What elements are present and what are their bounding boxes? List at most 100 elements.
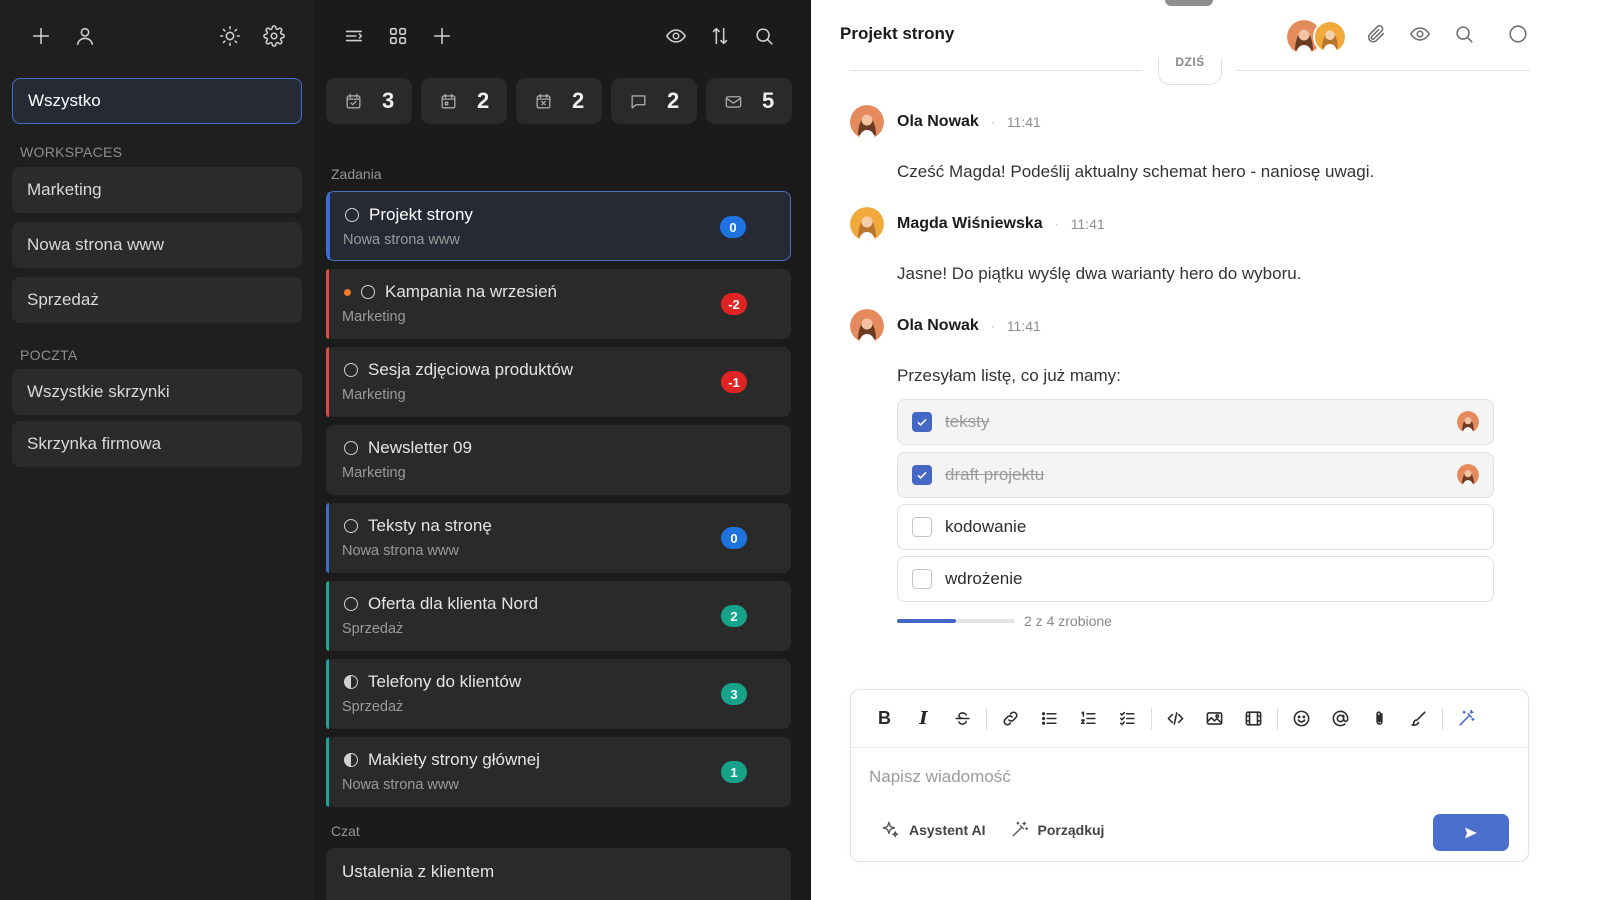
send-button[interactable] xyxy=(1433,814,1509,851)
plus-icon[interactable] xyxy=(428,22,456,50)
wand-icon xyxy=(1012,821,1028,837)
stat-value: 2 xyxy=(667,88,680,113)
checklist-label: kodowanie xyxy=(945,517,1027,536)
plus-icon[interactable] xyxy=(27,22,55,50)
checklist-item[interactable]: draft projektu xyxy=(897,452,1494,498)
sidebar-item-sprzedaz[interactable]: Sprzedaż xyxy=(12,277,302,323)
unread-dot-icon xyxy=(344,288,351,296)
bold-icon[interactable]: B xyxy=(865,704,904,734)
avatar[interactable] xyxy=(850,207,884,241)
attach-icon[interactable] xyxy=(1360,704,1399,734)
filter-lines-icon[interactable] xyxy=(340,22,368,50)
sidebar-item-all[interactable]: Wszystko xyxy=(12,78,302,124)
task-status-icon[interactable] xyxy=(344,441,358,455)
tidy-label: Porządkuj xyxy=(1037,821,1105,838)
task-title: Teksty na stronę xyxy=(368,516,492,535)
stat-calendar-x[interactable]: 2 xyxy=(516,78,602,124)
checklist-label: draft projektu xyxy=(945,465,1045,484)
sidebar-item-nowa-strona[interactable]: Nowa strona www xyxy=(12,222,302,268)
sidebar-item-all-mailboxes[interactable]: Wszystkie skrzynki xyxy=(12,369,302,415)
checkbox[interactable] xyxy=(912,412,932,432)
progress-label: 2 z 4 zrobione xyxy=(1024,613,1112,629)
paperclip-icon[interactable] xyxy=(1362,20,1390,48)
task-item[interactable]: Sesja zdjęciowa produktów Marketing -1 xyxy=(326,347,791,417)
italic-icon[interactable]: I xyxy=(904,704,943,734)
send-icon xyxy=(1465,827,1477,838)
chat-header: Czat xyxy=(331,823,360,839)
checkbox[interactable] xyxy=(912,569,932,589)
message-author: Magda Wiśniewska xyxy=(897,215,1043,232)
drag-handle[interactable] xyxy=(1165,0,1213,6)
search-icon[interactable] xyxy=(1450,20,1478,48)
task-color-bar xyxy=(326,503,329,573)
stat-mail[interactable]: 5 xyxy=(706,78,792,124)
eye-icon[interactable] xyxy=(1406,20,1434,48)
message-text: Przesyłam listę, co już mamy: xyxy=(897,366,1121,385)
sidebar-item-marketing[interactable]: Marketing xyxy=(12,167,302,213)
link-icon[interactable] xyxy=(991,704,1030,734)
avatar xyxy=(1457,411,1479,433)
task-list-icon[interactable] xyxy=(1108,704,1147,734)
bullet-list-icon[interactable] xyxy=(1030,704,1069,734)
toolbar-divider xyxy=(1151,707,1152,730)
emoji-icon[interactable] xyxy=(1282,704,1321,734)
strikethrough-icon[interactable] xyxy=(943,704,982,734)
task-title: Telefony do klientów xyxy=(368,672,522,691)
checkbox[interactable] xyxy=(912,517,932,537)
task-item[interactable]: Telefony do klientów Sprzedaż 3 xyxy=(326,659,791,729)
task-item[interactable]: Oferta dla klienta Nord Sprzedaż 2 xyxy=(326,581,791,651)
stat-calendar[interactable]: 2 xyxy=(421,78,507,124)
numbered-list-icon[interactable] xyxy=(1069,704,1108,734)
checklist-label: wdrożenie xyxy=(945,569,1023,588)
task-status-icon[interactable] xyxy=(344,597,358,611)
search-icon[interactable] xyxy=(750,22,778,50)
task-item[interactable]: Makiety strony głównej Nowa strona www 1 xyxy=(326,737,791,807)
user-icon[interactable] xyxy=(71,22,99,50)
message-input[interactable] xyxy=(869,764,1509,790)
message-time: 11:41 xyxy=(1070,216,1105,232)
task-workspace: Sprzedaż xyxy=(342,621,404,637)
task-item[interactable]: Teksty na stronę Nowa strona www 0 xyxy=(326,503,791,573)
task-item[interactable]: Newsletter 09 Marketing xyxy=(326,425,791,495)
circle-icon[interactable] xyxy=(1504,20,1532,48)
message-composer: B I Asystent AI xyxy=(850,689,1529,862)
magic-wand-icon[interactable] xyxy=(1447,704,1486,734)
task-status-icon[interactable] xyxy=(361,285,375,299)
progress-fill xyxy=(897,619,956,623)
checklist-item[interactable]: wdrożenie xyxy=(897,556,1494,602)
sort-icon[interactable] xyxy=(706,22,734,50)
mention-icon[interactable] xyxy=(1321,704,1360,734)
grid-icon[interactable] xyxy=(384,22,412,50)
sun-icon[interactable] xyxy=(216,22,244,50)
participants[interactable] xyxy=(1287,20,1347,54)
task-status-icon[interactable] xyxy=(344,363,358,377)
chat-item[interactable]: Ustalenia z klientem xyxy=(326,848,791,900)
checkbox[interactable] xyxy=(912,465,932,485)
eye-icon[interactable] xyxy=(662,22,690,50)
task-item[interactable]: Projekt strony Nowa strona www 0 xyxy=(326,191,791,261)
task-status-icon[interactable] xyxy=(345,208,359,222)
task-half-status-icon[interactable] xyxy=(344,675,358,689)
sidebar-item-company-mailbox[interactable]: Skrzynka firmowa xyxy=(12,421,302,467)
avatar[interactable] xyxy=(850,309,884,343)
stat-value: 3 xyxy=(382,88,395,113)
stat-calendar-check[interactable]: 3 xyxy=(326,78,412,124)
task-item[interactable]: Kampania na wrzesień Marketing -2 xyxy=(326,269,791,339)
task-workspace: Marketing xyxy=(342,465,406,481)
task-list-panel: 3 2 2 2 5 Zadania Projekt strony Nowa st… xyxy=(314,0,811,900)
task-color-bar xyxy=(326,659,329,729)
avatar[interactable] xyxy=(850,105,884,139)
checklist-item[interactable]: kodowanie xyxy=(897,504,1494,550)
image-icon[interactable] xyxy=(1195,704,1234,734)
brush-icon[interactable] xyxy=(1399,704,1438,734)
stat-chat[interactable]: 2 xyxy=(611,78,697,124)
checklist-item[interactable]: teksty xyxy=(897,399,1494,445)
task-status-icon[interactable] xyxy=(344,519,358,533)
message-header: Ola Nowak · 11:41 xyxy=(850,105,1041,139)
code-icon[interactable] xyxy=(1156,704,1195,734)
ai-assistant-button[interactable]: Asystent AI xyxy=(881,820,986,839)
gear-icon[interactable] xyxy=(260,22,288,50)
task-half-status-icon[interactable] xyxy=(344,753,358,767)
tidy-button[interactable]: Porządkuj xyxy=(1010,820,1105,839)
video-icon[interactable] xyxy=(1234,704,1273,734)
